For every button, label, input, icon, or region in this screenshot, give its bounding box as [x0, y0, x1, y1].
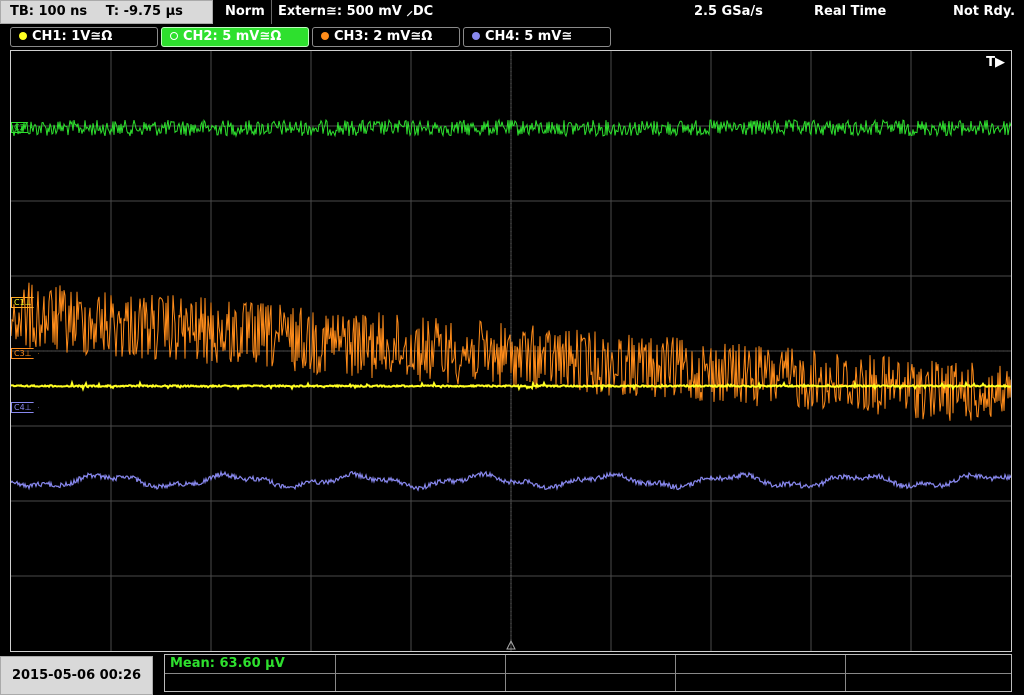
- channel-3-label: CH3: 2 mV≅Ω: [334, 29, 433, 44]
- channel-2-label: CH2: 5 mV≅Ω: [183, 29, 282, 44]
- channel-4-marker[interactable]: C4⊥: [11, 402, 39, 413]
- trigger-source[interactable]: Extern≅: 500 mV ⸝DC: [278, 0, 433, 24]
- channel-3-dot-icon: [321, 32, 329, 40]
- divider: [335, 655, 336, 691]
- timebase-value: TB: 100 ns: [10, 4, 88, 19]
- trigger-time-value: T: -9.75 µs: [105, 4, 183, 19]
- trigger-status: Not Rdy.: [953, 4, 1016, 19]
- channel-bar: CH1: 1V≅Ω CH2: 5 mV≅Ω CH3: 2 mV≅Ω CH4: 5…: [0, 26, 1024, 48]
- divider: [845, 655, 846, 691]
- acquisition-mode[interactable]: Real Time: [814, 0, 886, 24]
- trigger-mode[interactable]: Norm: [225, 0, 265, 24]
- channel-2-marker[interactable]: C2: [11, 122, 32, 133]
- channel-1-tab[interactable]: CH1: 1V≅Ω: [10, 27, 158, 47]
- channel-3-marker[interactable]: C3⊥: [11, 348, 39, 359]
- divider: [271, 0, 272, 24]
- channel-1-dot-icon: [19, 32, 27, 40]
- channel-4-tab[interactable]: CH4: 5 mV≅: [463, 27, 611, 47]
- channel-1-marker[interactable]: C1⊥: [11, 297, 39, 308]
- timebase-panel[interactable]: TB: 100 ns T: -9.75 µs: [0, 0, 213, 24]
- channel-1-label: CH1: 1V≅Ω: [32, 29, 113, 44]
- date-time: 2015-05-06 00:26: [0, 656, 153, 695]
- divider: [675, 655, 676, 691]
- mean-measurement: Mean: 63.60 µV: [170, 656, 285, 671]
- channel-2-dot-icon: [170, 32, 178, 40]
- measurement-panel[interactable]: Mean: 63.60 µV: [164, 654, 1012, 692]
- channel-2-tab[interactable]: CH2: 5 mV≅Ω: [161, 27, 309, 47]
- channel-4-label: CH4: 5 mV≅: [485, 29, 573, 44]
- divider: [505, 655, 506, 691]
- waveform-canvas: [11, 51, 1011, 651]
- trigger-position-marker: T▶: [986, 55, 1005, 70]
- divider: [165, 673, 1011, 674]
- channel-3-tab[interactable]: CH3: 2 mV≅Ω: [312, 27, 460, 47]
- channel-4-dot-icon: [472, 32, 480, 40]
- sample-rate: 2.5 GSa/s: [694, 4, 763, 19]
- waveform-display[interactable]: T▶ C2 C1⊥ C3⊥ C4⊥: [10, 50, 1012, 652]
- status-bar: TB: 100 ns T: -9.75 µs Norm Extern≅: 500…: [0, 0, 1024, 24]
